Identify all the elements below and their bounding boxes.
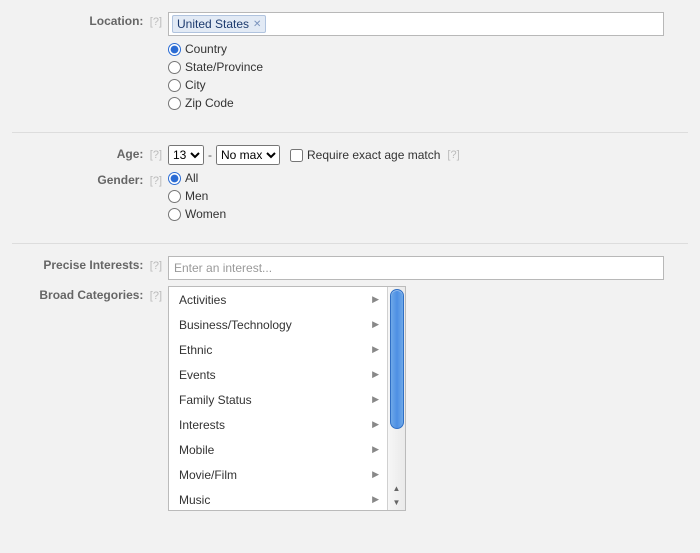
age-label: Age: [?] [0,145,168,161]
interests-section: Precise Interests: [?] Broad Categories:… [0,244,700,529]
scrollbar[interactable]: ▲ ▼ [387,287,405,510]
gender-label: Gender: [?] [0,171,168,187]
radio-state-input[interactable] [168,61,181,74]
location-token[interactable]: United States ✕ [172,15,266,33]
age-label-text: Age: [117,147,144,161]
radio-gender-all-input[interactable] [168,172,181,185]
category-item-label: Family Status [179,393,252,407]
radio-state[interactable]: State/Province [168,60,664,74]
precise-interests-label: Precise Interests: [?] [0,256,168,272]
gender-label-text: Gender: [97,173,143,187]
require-exact-age-label: Require exact age match [307,148,440,162]
radio-zip[interactable]: Zip Code [168,96,664,110]
chevron-right-icon: ▶ [372,469,379,480]
radio-state-label: State/Province [185,60,263,74]
radio-city[interactable]: City [168,78,664,92]
category-item-label: Events [179,368,216,382]
radio-gender-men[interactable]: Men [168,189,664,203]
chevron-right-icon: ▶ [372,344,379,355]
chevron-right-icon: ▶ [372,494,379,505]
category-item[interactable]: Interests ▶ [169,412,387,437]
radio-country-input[interactable] [168,43,181,56]
category-item-label: Music [179,493,210,507]
radio-gender-men-label: Men [185,189,208,203]
chevron-right-icon: ▶ [372,394,379,405]
category-item[interactable]: Movie/Film ▶ [169,462,387,487]
category-item[interactable]: Ethnic ▶ [169,337,387,362]
demographics-section: Age: [?] 13 - No max Require exact age m… [0,133,700,243]
category-item-label: Activities [179,293,226,307]
location-label-text: Location: [89,14,143,28]
radio-city-label: City [185,78,206,92]
radio-gender-all[interactable]: All [168,171,664,185]
broad-categories-listbox[interactable]: Activities ▶ Business/Technology ▶ Ethni… [168,286,406,511]
broad-categories-label-text: Broad Categories: [39,288,143,302]
chevron-right-icon: ▶ [372,319,379,330]
location-token-text: United States [177,17,249,31]
chevron-right-icon: ▶ [372,369,379,380]
category-item-label: Ethnic [179,343,212,357]
radio-gender-women[interactable]: Women [168,207,664,221]
radio-gender-all-label: All [185,171,198,185]
location-section: Location: [?] United States ✕ Country St… [0,0,700,132]
remove-token-icon[interactable]: ✕ [253,19,261,30]
category-item-label: Mobile [179,443,214,457]
age-max-select[interactable]: No max [216,145,280,165]
category-item[interactable]: Activities ▶ [169,287,387,312]
category-item[interactable]: Mobile ▶ [169,437,387,462]
category-item-label: Movie/Film [179,468,237,482]
require-exact-age[interactable]: Require exact age match [290,148,440,162]
broad-categories-label: Broad Categories: [?] [0,286,168,302]
scroll-up-icon[interactable]: ▲ [390,481,404,495]
precise-interests-input[interactable] [168,256,664,280]
radio-zip-label: Zip Code [185,96,234,110]
help-icon[interactable]: [?] [150,290,162,302]
radio-gender-women-input[interactable] [168,208,181,221]
location-input[interactable]: United States ✕ [168,12,664,36]
radio-gender-women-label: Women [185,207,226,221]
category-item[interactable]: Music ▶ [169,487,387,510]
help-icon[interactable]: [?] [150,149,162,161]
chevron-right-icon: ▶ [372,419,379,430]
help-icon[interactable]: [?] [150,260,162,272]
location-label: Location: [?] [0,12,168,28]
chevron-right-icon: ▶ [372,444,379,455]
radio-gender-men-input[interactable] [168,190,181,203]
radio-city-input[interactable] [168,79,181,92]
radio-zip-input[interactable] [168,97,181,110]
help-icon[interactable]: [?] [150,16,162,28]
category-item[interactable]: Business/Technology ▶ [169,312,387,337]
categories-list: Activities ▶ Business/Technology ▶ Ethni… [169,287,387,510]
scroll-down-icon[interactable]: ▼ [390,495,404,509]
help-icon[interactable]: [?] [150,175,162,187]
category-item-label: Interests [179,418,225,432]
category-item-label: Business/Technology [179,318,292,332]
scrollbar-thumb[interactable] [390,289,404,429]
radio-country[interactable]: Country [168,42,664,56]
category-item[interactable]: Family Status ▶ [169,387,387,412]
category-item[interactable]: Events ▶ [169,362,387,387]
age-dash: - [208,148,212,162]
location-type-radios: Country State/Province City Zip Code [168,42,664,110]
help-icon[interactable]: [?] [447,149,459,161]
require-exact-age-checkbox[interactable] [290,149,303,162]
chevron-right-icon: ▶ [372,294,379,305]
age-min-select[interactable]: 13 [168,145,204,165]
radio-country-label: Country [185,42,227,56]
precise-interests-label-text: Precise Interests: [43,258,143,272]
